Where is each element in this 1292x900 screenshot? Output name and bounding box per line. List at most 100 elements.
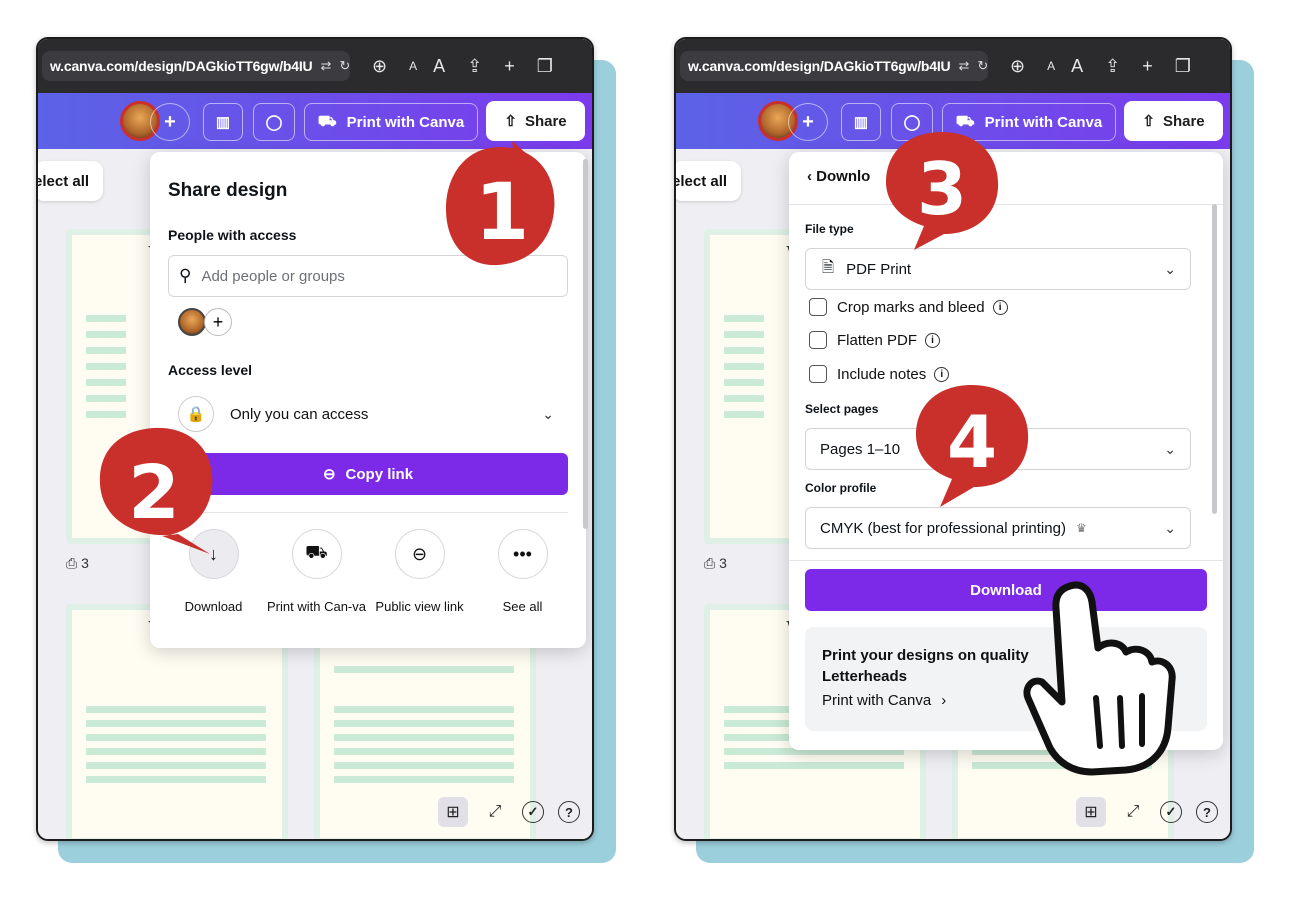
check-icon[interactable]: ✓ [522,801,544,823]
download-circle-icon[interactable]: ⊕ [1010,56,1025,77]
divider [789,560,1223,561]
file-type-label: File type [805,222,854,236]
access-level-select[interactable]: 🔒 Only you can access ⌄ [168,392,568,436]
access-level-label: Access level [168,362,253,378]
add-people-icon[interactable]: + [204,308,232,336]
chevron-right-icon: › [941,692,947,709]
insights-button[interactable]: ▥ [203,103,243,141]
help-icon[interactable]: ? [558,801,580,823]
add-collaborator-button[interactable]: + [150,103,190,141]
text-smaller-button[interactable]: A [409,59,417,73]
color-profile-dropdown[interactable]: CMYK (best for professional printing) ♛ … [805,507,1191,549]
share-icon[interactable]: ⇪ [1105,56,1120,77]
color-profile-value: CMYK (best for professional printing) [820,519,1066,537]
share-button[interactable]: ⇧ Share [486,101,585,141]
left-url-text: w.canva.com/design/DAGkioTT6gw/b4IU [50,58,313,74]
grid-view-icon[interactable]: ⊞ [438,797,468,827]
promo-link-label: Print with Canva [822,692,932,709]
truck-icon: ⛟ [317,112,337,130]
right-url-text: w.canva.com/design/DAGkioTT6gw/b4IU [688,58,951,74]
document-icon: 🗎 [822,258,835,276]
comments-button[interactable]: ◯ [253,103,295,141]
right-scrollbar[interactable] [1212,204,1217,514]
right-url-field[interactable]: w.canva.com/design/DAGkioTT6gw/b4IU ⇄ ↻ [680,51,988,81]
select-pages-label: Select pages [805,402,879,416]
print-with-canva-button[interactable]: ⛟ Print with Canva [304,103,478,141]
share-actions: ↓ Download ⛟ Print with Can-va ⊖ Public vie… [162,529,574,615]
printer-icon: ⎙ [66,555,82,571]
step-badge-2: 2 [99,427,213,554]
see-all-action[interactable]: ••• See all [471,529,574,615]
flatten-pdf-checkbox[interactable]: Flatten PDF i [809,331,941,349]
badge-number: 2 [128,450,180,536]
grid-view-icon[interactable]: ⊞ [1076,797,1106,827]
text-smaller-button[interactable]: A [1047,59,1055,73]
step-badge-4: 4 [916,385,1029,507]
add-label: + [802,110,814,133]
checkbox-box [809,298,827,316]
back-button[interactable]: ‹ Downlo [807,168,870,185]
print-with-canva-action[interactable]: ⛟ Print with Can-va [265,529,368,615]
pointing-hand-icon [1023,581,1176,776]
check-icon[interactable]: ✓ [1160,801,1182,823]
new-tab-button[interactable]: + [504,56,515,77]
badge-number: 1 [475,168,529,258]
select-all-button[interactable]: elect all [674,161,742,201]
truck-icon: ⛟ [291,529,342,579]
checkbox-box [809,331,827,349]
new-tab-button[interactable]: + [1142,56,1153,77]
left-url-field[interactable]: w.canva.com/design/DAGkioTT6gw/b4IU ⇄ ↻ [42,51,350,81]
text-larger-button[interactable]: A [1071,56,1083,77]
crop-marks-checkbox[interactable]: Crop marks and bleed i [809,298,1008,316]
print-label: Print with Canva [346,113,465,131]
action-label: See all [502,599,543,614]
share-icon[interactable]: ⇪ [467,56,482,77]
action-label: Download [184,599,243,614]
select-all-label: elect all [674,172,728,190]
divider [789,204,1223,205]
fullscreen-icon[interactable]: ⤢ [482,799,508,825]
add-collaborator-button[interactable]: + [788,103,828,141]
translate-icon[interactable]: ⇄ [320,58,331,74]
file-type-select[interactable]: 🗎 PDF Print ⌄ [805,248,1191,290]
reload-icon[interactable]: ↻ [977,58,988,74]
promo-link[interactable]: Print with Canva › [822,692,946,709]
page-count: ⎙ 3 [704,555,727,572]
copy-link-button[interactable]: ⊖ Copy link [168,453,568,495]
color-profile-label: Color profile [805,481,877,495]
link-icon: ⊖ [322,466,336,483]
download-circle-icon[interactable]: ⊕ [372,56,387,77]
share-upload-icon: ⇧ [504,113,517,130]
action-label: Print with Can-va [267,599,366,614]
share-button[interactable]: ⇧ Share [1124,101,1223,141]
text-larger-button[interactable]: A [433,56,445,77]
share-label: Share [524,112,567,130]
info-icon[interactable]: i [925,332,941,348]
public-view-link-action[interactable]: ⊖ Public view link [368,529,471,615]
popover-title: Share design [168,180,288,201]
tabs-icon[interactable]: ❐ [537,56,553,77]
badge-number: 3 [917,147,967,231]
left-scrollbar[interactable] [583,159,588,529]
link-icon: ⊖ [394,529,445,579]
more-icon: ••• [497,529,548,579]
fullscreen-icon[interactable]: ⤢ [1120,799,1146,825]
file-type-value: PDF Print [846,260,912,278]
comment-icon: ◯ [265,114,283,131]
right-url-bar: w.canva.com/design/DAGkioTT6gw/b4IU ⇄ ↻ … [676,39,1230,93]
badge-number: 4 [947,400,997,484]
help-icon[interactable]: ? [1196,801,1218,823]
share-upload-icon: ⇧ [1142,113,1155,130]
reload-icon[interactable]: ↻ [339,58,350,74]
insights-button[interactable]: ▥ [841,103,881,141]
info-icon[interactable]: i [992,299,1008,315]
bar-chart-icon: ▥ [853,114,869,131]
search-icon: ⚲ [179,266,192,285]
bottom-view-controls: ⊞ ⤢ ✓ ? [438,797,580,827]
crown-icon: ♛ [1075,521,1087,535]
select-all-label: elect all [36,172,90,190]
select-all-button[interactable]: elect all [36,161,104,201]
tabs-icon[interactable]: ❐ [1175,56,1191,77]
translate-icon[interactable]: ⇄ [958,58,969,74]
chevron-down-icon: ⌄ [1164,260,1176,277]
